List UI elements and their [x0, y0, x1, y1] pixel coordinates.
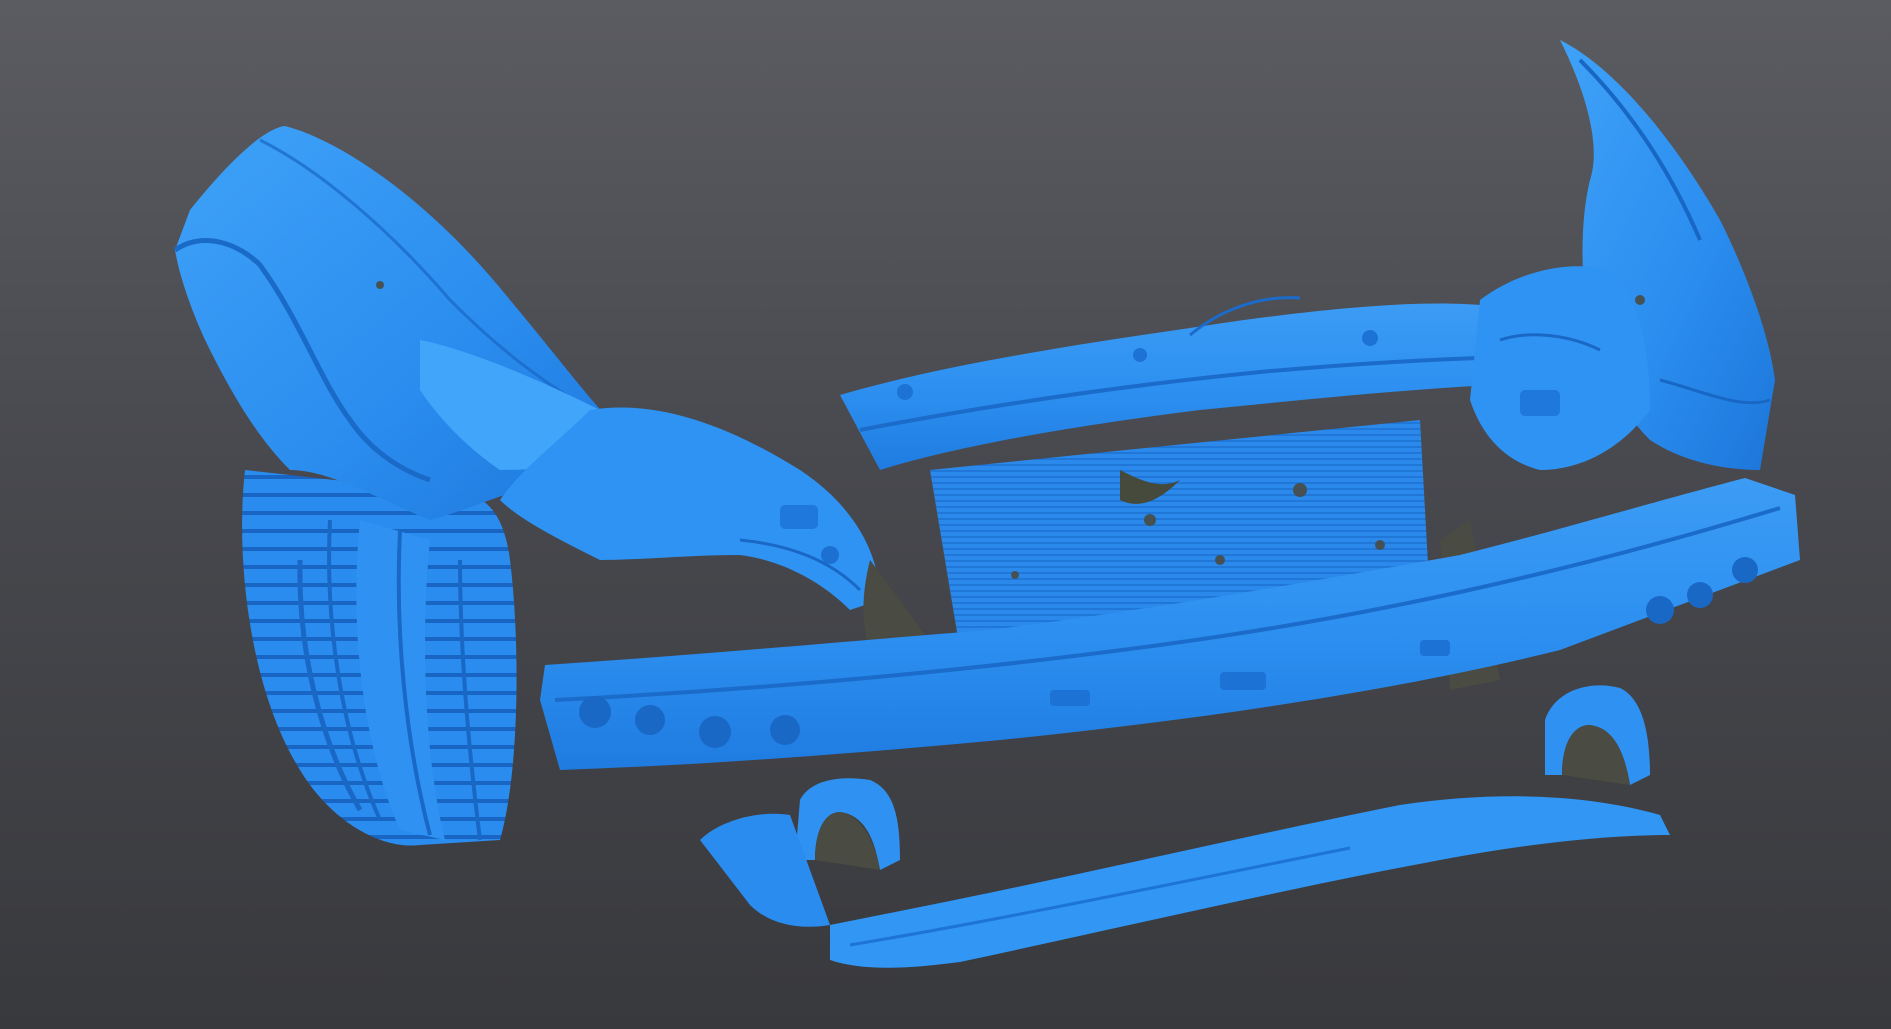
tire-left: [242, 470, 517, 846]
headlight-right: [1470, 266, 1650, 470]
scan-mesh-model[interactable]: [0, 0, 1891, 1029]
tow-hook-bracket-left: [795, 778, 900, 870]
3d-viewport[interactable]: [0, 0, 1891, 1029]
tow-hook-bracket-right: [1545, 685, 1650, 785]
